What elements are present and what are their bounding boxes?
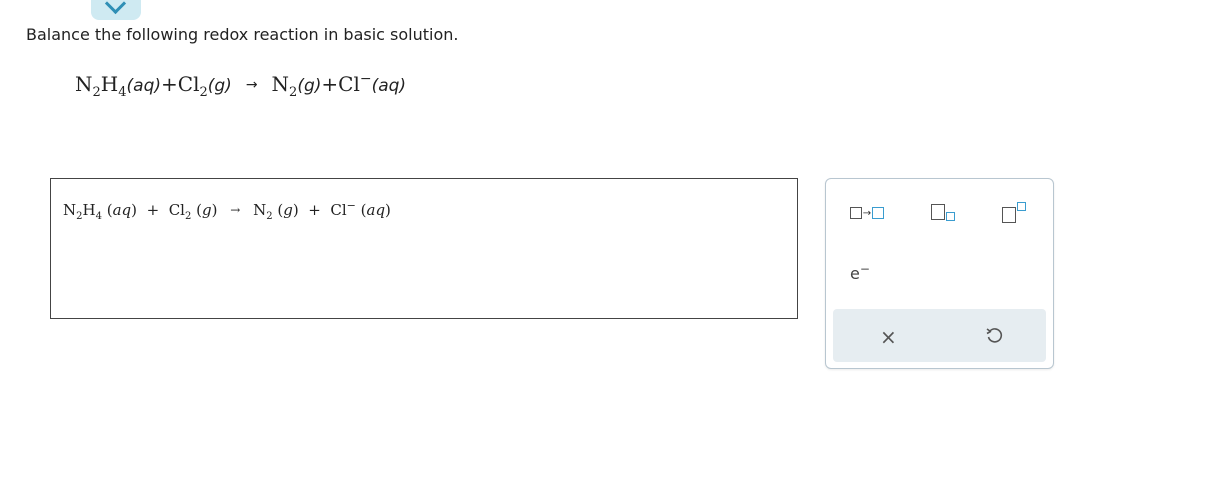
subscript-box-icon: [946, 211, 955, 221]
superscript-button[interactable]: [996, 197, 1032, 225]
superscript-icon: [1002, 207, 1016, 223]
product-2-state: (aq): [371, 76, 407, 96]
clear-icon[interactable]: ×: [880, 325, 897, 349]
action-bar: ×: [833, 309, 1046, 362]
reactant-1: N2H4: [75, 72, 127, 100]
reaction-arrow: →: [245, 77, 258, 93]
answer-arrow: →: [230, 203, 241, 217]
product-1-state: (g): [297, 76, 322, 96]
electron-icon: e−: [850, 261, 870, 283]
reactant-2-state: (g): [207, 76, 232, 96]
electron-button[interactable]: e−: [848, 261, 872, 285]
reaction-equation: N2H4(aq)+Cl2(g) → N2(g)+Cl−(aq): [75, 71, 407, 100]
answer-equation[interactable]: N2H4 (aq) + Cl2 (g) → N2 (g) + Cl− (aq): [63, 200, 391, 222]
reactant-1-state: (aq): [126, 76, 161, 96]
answer-input-box[interactable]: N2H4 (aq) + Cl2 (g) → N2 (g) + Cl− (aq): [50, 178, 798, 319]
superscript-box-icon: [1017, 201, 1026, 211]
box-icon: [849, 207, 862, 219]
chevron-down-icon: [104, 0, 127, 15]
box-icon: [872, 207, 885, 219]
subscript-button[interactable]: [926, 199, 960, 225]
page: Balance the following redox reaction in …: [0, 0, 1211, 503]
question-prompt: Balance the following redox reaction in …: [26, 25, 459, 44]
product-1: N2: [271, 72, 298, 100]
plus-sign: +: [321, 72, 339, 96]
reaction-arrow-button[interactable]: →: [842, 203, 892, 223]
reactant-2: Cl2: [177, 72, 208, 100]
equation-toolbar: → e− ×: [825, 178, 1054, 369]
plus-sign: +: [161, 72, 178, 96]
undo-icon[interactable]: [984, 325, 1004, 345]
product-2: Cl−: [338, 71, 372, 96]
subscript-icon: [931, 204, 945, 220]
collapse-tab[interactable]: [91, 0, 141, 20]
reaction-arrow-icon: →: [862, 207, 872, 219]
